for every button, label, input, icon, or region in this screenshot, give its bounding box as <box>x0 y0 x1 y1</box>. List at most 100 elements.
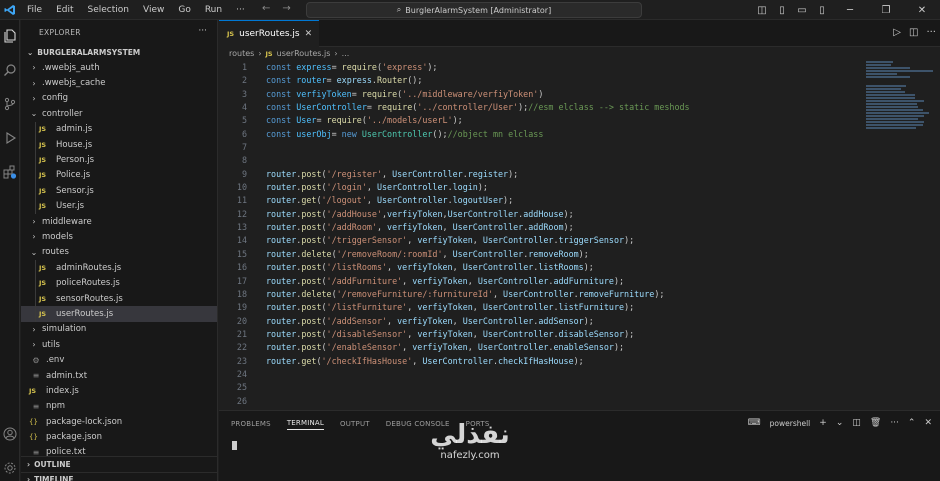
tab-terminal[interactable]: TERMINAL <box>286 419 325 430</box>
chevron-up-icon[interactable]: ⌃ <box>908 418 916 428</box>
search-sidebar-icon[interactable] <box>2 62 18 78</box>
timeline-section[interactable]: › TIMELINE <box>21 472 217 481</box>
tree-file[interactable]: {} package.json <box>21 429 217 444</box>
toggle-sidebar-icon[interactable]: ▯ <box>775 5 789 16</box>
close-tab-icon[interactable]: ✕ <box>305 29 313 39</box>
json-file-icon: {} <box>29 433 38 442</box>
breadcrumb-routes[interactable]: routes <box>229 47 254 61</box>
menu-file[interactable]: File <box>20 0 49 20</box>
code-text: router.post('/addFurniture', verfiyToken… <box>266 275 625 286</box>
menu-selection[interactable]: Selection <box>81 0 136 20</box>
toggle-secondary-sidebar-icon[interactable]: ▯ <box>815 5 829 16</box>
chevron-right-icon: › <box>258 49 262 58</box>
env-file-icon: ⚙ <box>32 355 40 365</box>
line-number: 23 <box>236 355 247 366</box>
explorer-more-actions[interactable]: ··· <box>198 26 207 36</box>
tree-file[interactable]: JS admin.js <box>21 121 217 137</box>
new-terminal-icon[interactable]: + <box>819 418 827 428</box>
tree-file[interactable]: JS House.js <box>21 136 217 153</box>
more-actions-icon[interactable]: ··· <box>890 418 899 428</box>
run-debug-icon[interactable] <box>2 130 18 146</box>
tree-file[interactable]: {} package-lock.json <box>21 414 217 429</box>
tree-file[interactable]: JS User.js <box>21 198 217 214</box>
toggle-panel-icon[interactable]: ▭ <box>795 5 809 16</box>
close-panel-icon[interactable]: ✕ <box>924 418 932 428</box>
tree-item-label: controller <box>42 108 83 119</box>
split-editor-icon[interactable]: ◫ <box>909 27 918 38</box>
terminal-shell-label[interactable]: powershell <box>770 419 811 428</box>
back-arrow-icon[interactable]: ← <box>262 3 270 14</box>
command-center-search[interactable]: ⌕ BurglerAlarmSystem [Administrator] <box>306 2 642 18</box>
split-terminal-icon[interactable]: ◫ <box>852 418 861 428</box>
watermark-latin: nafezly.com <box>440 450 500 461</box>
tree-folder[interactable]: › simulation <box>21 322 217 337</box>
menu-more[interactable]: ··· <box>229 0 252 20</box>
line-number: 21 <box>236 328 247 339</box>
tree-folder[interactable]: ⌄ routes <box>21 245 217 260</box>
tree-file[interactable]: JS Person.js <box>21 152 217 168</box>
outline-section[interactable]: › OUTLINE › TIMELINE <box>21 456 217 481</box>
watermark-logo: نفذلي nafezly.com <box>400 420 540 481</box>
tree-folder[interactable]: ⌄ controller <box>21 106 217 121</box>
forward-arrow-icon[interactable]: → <box>282 3 290 14</box>
explorer-icon[interactable] <box>2 28 18 44</box>
tab-problems[interactable]: PROBLEMS <box>231 420 271 428</box>
layout-customize-icon[interactable]: ◫ <box>755 5 769 16</box>
chevron-down-icon[interactable]: ⌄ <box>836 418 844 428</box>
code-line: 26 <box>219 395 859 408</box>
more-actions-icon[interactable]: ··· <box>926 27 936 38</box>
explorer-sidebar: EXPLORER ··· ⌄ BURGLERALARMSYSTEM › .wweb… <box>21 20 218 481</box>
minimap-line <box>866 118 918 120</box>
run-file-icon[interactable]: ▷ <box>893 27 901 38</box>
tree-file[interactable]: JS index.js <box>21 383 217 398</box>
menu-run[interactable]: Run <box>198 0 229 20</box>
line-number: 13 <box>236 222 247 233</box>
tree-file[interactable]: ≡ npm <box>21 399 217 414</box>
tree-item-label: Sensor.js <box>56 185 94 196</box>
trash-icon[interactable]: 🗑 <box>870 418 881 428</box>
tree-file[interactable]: JS policeRoutes.js <box>21 275 217 291</box>
code-line: 22 router.post('/enableSensor', verfiyTok… <box>219 341 859 354</box>
tree-folder[interactable]: › utils <box>21 337 217 352</box>
tree-file[interactable]: JS adminRoutes.js <box>21 260 217 276</box>
code-line: 4 const UserController= require('../contr… <box>219 101 859 114</box>
js-file-icon: JS <box>39 309 47 318</box>
code-editor[interactable]: 1 const express= require('express'); 2 cons… <box>219 61 859 408</box>
tree-folder[interactable]: › .wwebjs_cache <box>21 75 217 90</box>
source-control-icon[interactable] <box>2 96 18 112</box>
menu-edit[interactable]: Edit <box>49 0 80 20</box>
workspace-root[interactable]: ⌄ BURGLERALARMSYSTEM <box>21 46 217 60</box>
timeline-label: TIMELINE <box>34 475 74 481</box>
js-file-icon: JS <box>265 50 273 58</box>
close-icon[interactable]: ✕ <box>907 5 937 16</box>
tab-userroutes[interactable]: JS userRoutes.js ✕ <box>219 20 319 47</box>
code-line: 2 const router= express.Router(); <box>219 74 859 87</box>
menu-go[interactable]: Go <box>171 0 197 20</box>
extensions-icon[interactable] <box>2 164 18 180</box>
tree-file[interactable]: JS sensorRoutes.js <box>21 290 217 307</box>
tree-folder[interactable]: › middleware <box>21 214 217 229</box>
tree-folder[interactable]: › config <box>21 91 217 106</box>
tree-file[interactable]: ⚙ .env <box>21 352 217 367</box>
account-icon[interactable] <box>2 426 18 442</box>
terminal-cursor[interactable] <box>232 441 237 450</box>
breadcrumb-file[interactable]: userRoutes.js <box>277 47 331 61</box>
tree-file[interactable]: JS Sensor.js <box>21 183 217 199</box>
tree-item-label: index.js <box>46 385 79 396</box>
tree-file[interactable]: ≡ admin.txt <box>21 368 217 383</box>
vscode-logo-icon <box>0 0 20 20</box>
tree-file[interactable]: JS userRoutes.js <box>21 306 217 322</box>
tree-folder[interactable]: › models <box>21 229 217 244</box>
tree-folder[interactable]: › .wwebjs_auth <box>21 60 217 75</box>
line-number: 11 <box>236 195 247 206</box>
menu-view[interactable]: View <box>136 0 171 20</box>
maximize-icon[interactable]: ❐ <box>871 5 901 16</box>
minimap[interactable] <box>866 61 936 129</box>
code-text: router.post('/addSensor', verfiyToken, U… <box>266 315 594 326</box>
settings-gear-icon[interactable] <box>2 460 18 476</box>
minimize-icon[interactable]: ─ <box>835 5 865 16</box>
code-text: router.post('/addRoom', verfiyToken, Use… <box>266 222 574 233</box>
breadcrumb-symbol[interactable]: ... <box>342 47 350 61</box>
tree-file[interactable]: JS Police.js <box>21 167 217 184</box>
tab-output[interactable]: OUTPUT <box>340 420 370 428</box>
